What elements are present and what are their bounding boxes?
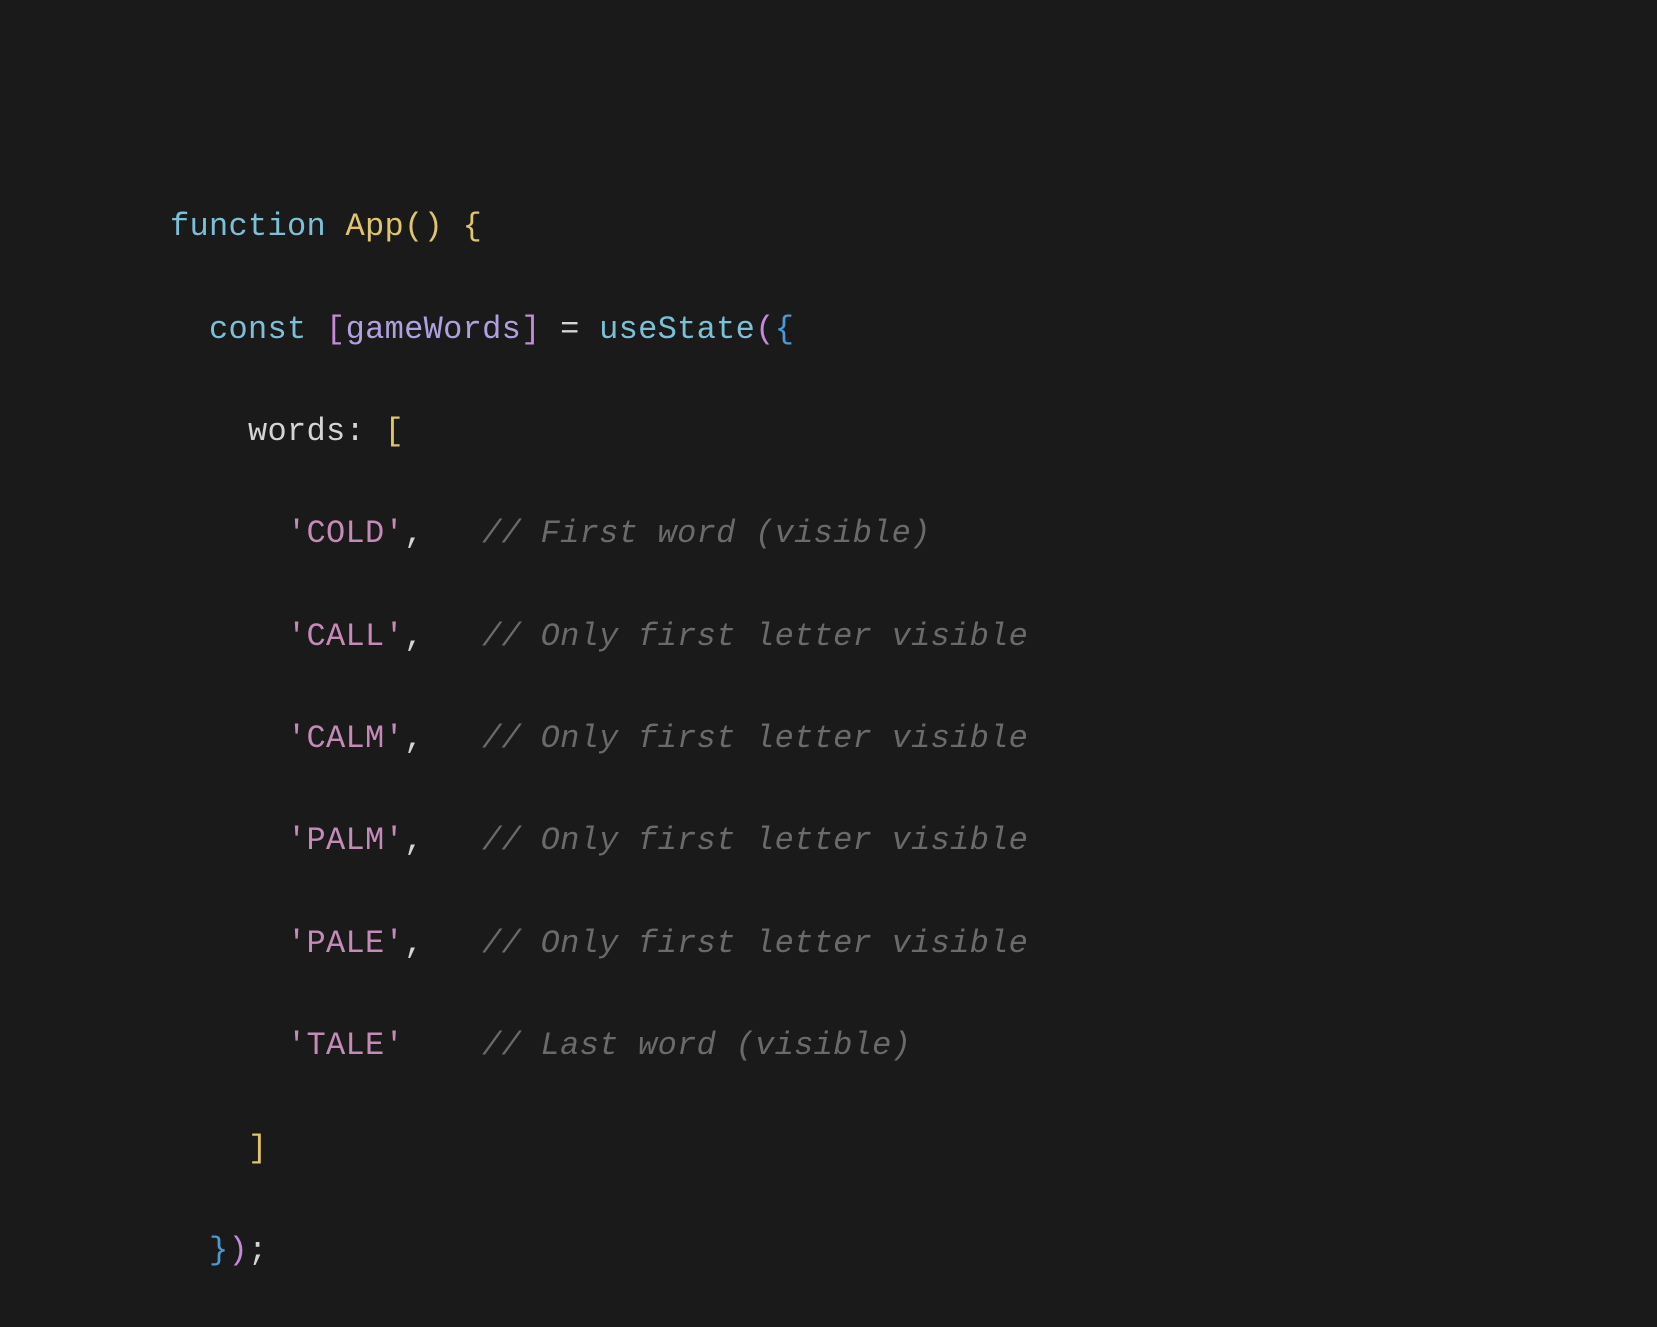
- code-line: });: [170, 1225, 1657, 1276]
- colon: :: [346, 413, 366, 450]
- variable-name: gameWords: [346, 311, 522, 348]
- bracket-open: [: [385, 413, 405, 450]
- bracket-close: ]: [248, 1130, 268, 1167]
- comment: // Only first letter visible: [482, 925, 1028, 962]
- brace-close: }: [209, 1232, 229, 1269]
- comma: ,: [404, 925, 424, 962]
- code-line: 'CALL', // Only first letter visible: [170, 611, 1657, 662]
- code-line: 'TALE' // Last word (visible): [170, 1020, 1657, 1071]
- equals-operator: =: [560, 311, 580, 348]
- code-line: words: [: [170, 406, 1657, 457]
- bracket-close: ]: [521, 311, 541, 348]
- code-line: 'PALM', // Only first letter visible: [170, 815, 1657, 866]
- bracket-open: [: [326, 311, 346, 348]
- string-literal: 'PALM': [287, 822, 404, 859]
- property-name: words: [248, 413, 346, 450]
- string-literal: 'PALE': [287, 925, 404, 962]
- comment: // Last word (visible): [482, 1027, 911, 1064]
- paren-pair: (): [404, 208, 443, 245]
- function-call: useState: [599, 311, 755, 348]
- code-line: 'CALM', // Only first letter visible: [170, 713, 1657, 764]
- comma: ,: [404, 720, 424, 757]
- string-literal: 'COLD': [287, 515, 404, 552]
- string-literal: 'CALM': [287, 720, 404, 757]
- comment: // Only first letter visible: [482, 822, 1028, 859]
- semicolon: ;: [248, 1232, 268, 1269]
- function-name: App: [346, 208, 405, 245]
- code-line: ]: [170, 1123, 1657, 1174]
- comma: ,: [404, 515, 424, 552]
- string-literal: 'TALE': [287, 1027, 404, 1064]
- brace-open: {: [775, 311, 795, 348]
- code-line: 'PALE', // Only first letter visible: [170, 918, 1657, 969]
- string-literal: 'CALL': [287, 618, 404, 655]
- comment: // Only first letter visible: [482, 720, 1028, 757]
- brace-open: {: [463, 208, 483, 245]
- code-line: 'COLD', // First word (visible): [170, 508, 1657, 559]
- comma: ,: [404, 618, 424, 655]
- comment: // First word (visible): [482, 515, 931, 552]
- comment: // Only first letter visible: [482, 618, 1028, 655]
- comma: ,: [404, 822, 424, 859]
- keyword-function: function: [170, 208, 326, 245]
- code-line: function App() {: [170, 201, 1657, 252]
- code-line: const [gameWords] = useState({: [170, 304, 1657, 355]
- paren-open: (: [755, 311, 775, 348]
- keyword-const: const: [209, 311, 307, 348]
- paren-close: ): [229, 1232, 249, 1269]
- code-editor[interactable]: function App() { const [gameWords] = use…: [0, 0, 1657, 1327]
